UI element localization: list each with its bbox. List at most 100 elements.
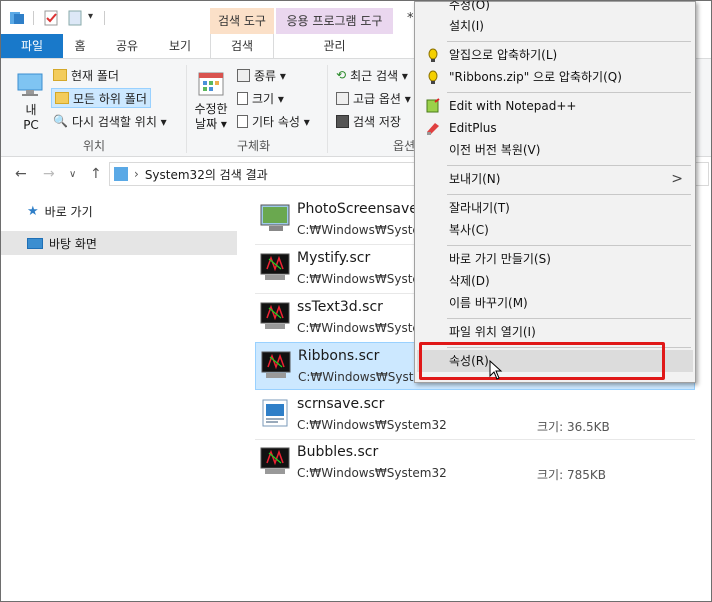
group-label-refine: 구체화 — [237, 139, 271, 153]
forward-arrow-icon[interactable]: → — [43, 166, 55, 182]
list-item[interactable]: scrnsave.scr C:₩Windows₩System32 크기: 36.… — [255, 391, 695, 439]
menu-item-edit[interactable]: 수정(O) — [417, 1, 693, 16]
menu-item-cut[interactable]: 잘라내기(T) — [417, 197, 693, 219]
tab-home[interactable]: 홈 — [63, 34, 97, 58]
tab-share[interactable]: 공유 — [105, 34, 149, 58]
desktop-icon — [27, 237, 43, 249]
menu-item-label: "Ribbons.zip" 으로 압축하기(Q) — [449, 70, 622, 84]
size-icon — [237, 91, 248, 105]
other-properties-button[interactable]: 기타 속성 ▾ — [237, 111, 310, 131]
file-size: 크기: 785KB — [537, 468, 606, 482]
advanced-options-button[interactable]: 고급 옵션 ▾ — [336, 88, 411, 108]
context-menu: 수정(O) 설치(I) 알집으로 압축하기(L) "Ribbons.zip" 으… — [414, 1, 696, 383]
tab-view[interactable]: 보기 — [153, 34, 207, 58]
explorer-window-icon — [10, 12, 24, 24]
back-arrow-icon[interactable]: ← — [15, 166, 27, 182]
file-name: PhotoScreensave — [297, 201, 418, 217]
address-path: System32의 검색 결과 — [144, 167, 268, 182]
date-modified-button[interactable]: 수정한 날짜 ▾ — [189, 102, 233, 132]
menu-item-create-shortcut[interactable]: 바로 가기 만들기(S) — [417, 248, 693, 270]
menu-item-send-to[interactable]: 보내기(N) > — [417, 168, 693, 190]
screensaver-file-icon — [260, 447, 290, 474]
properties-icon[interactable] — [43, 10, 59, 26]
alzip-icon — [428, 70, 438, 84]
current-folder-button[interactable]: 현재 폴더 — [53, 65, 119, 85]
group-label-location: 위치 — [83, 139, 106, 153]
screensaver-file-icon — [260, 253, 290, 280]
contextual-tab-application-tools: 응용 프로그램 도구 — [276, 8, 393, 34]
file-path: C:₩Windows₩Syste — [298, 370, 421, 384]
recent-searches-button[interactable]: ⟲ 최근 검색 ▾ — [336, 65, 408, 85]
kind-label: 종류 ▾ — [254, 68, 286, 83]
menu-item-label: EditPlus — [449, 121, 497, 135]
menu-item-compress-zip[interactable]: "Ribbons.zip" 으로 압축하기(Q) — [417, 66, 693, 88]
this-pc-button[interactable]: 내 PC — [15, 103, 47, 133]
menu-item-label: Edit with Notepad++ — [449, 99, 577, 113]
save-search-label: 검색 저장 — [353, 114, 401, 129]
menu-separator — [447, 92, 691, 93]
up-arrow-icon[interactable]: ↑ — [90, 166, 102, 182]
save-search-button[interactable]: 검색 저장 — [336, 111, 401, 131]
file-path: C:₩Windows₩Syster — [297, 272, 425, 286]
quick-access-dropdown[interactable]: ▾ — [88, 11, 93, 22]
kind-button[interactable]: 종류 ▾ — [237, 65, 286, 85]
nav-item-desktop[interactable]: 바탕 화면 — [1, 231, 237, 255]
search-again-button[interactable]: 🔍 다시 검색할 위치 ▾ — [53, 111, 167, 131]
size-button[interactable]: 크기 ▾ — [237, 88, 284, 108]
file-size: 크기: 36.5KB — [537, 420, 610, 434]
all-subfolders-label: 모든 하위 폴더 — [73, 91, 147, 106]
tab-file[interactable]: 파일 — [1, 34, 63, 58]
advanced-options-label: 고급 옵션 ▾ — [353, 91, 411, 106]
file-path: C:₩Windows₩System32 — [297, 466, 447, 480]
tab-search[interactable]: 검색 — [210, 34, 274, 59]
nav-item-label: 바탕 화면 — [49, 236, 97, 251]
path-separator: › — [134, 167, 139, 181]
save-icon — [336, 114, 349, 128]
menu-item-copy[interactable]: 복사(C) — [417, 219, 693, 241]
list-item[interactable]: Bubbles.scr C:₩Windows₩System32 크기: 785K… — [255, 439, 695, 487]
menu-item-rename[interactable]: 이름 바꾸기(M) — [417, 292, 693, 314]
nav-item-label: 바로 가기 — [44, 204, 93, 219]
photo-screensaver-icon — [260, 204, 290, 231]
calendar-icon — [198, 72, 224, 96]
file-path: C:₩Windows₩Syster — [297, 223, 425, 237]
all-subfolders-button[interactable]: 모든 하위 폴더 — [51, 88, 151, 108]
navigation-pane: ★ 바로 가기 바탕 화면 — [1, 190, 241, 601]
this-pc-icon — [17, 73, 43, 96]
size-label: 크기 ▾ — [252, 91, 284, 106]
search-again-icon: 🔍 — [53, 114, 68, 128]
recent-searches-icon: ⟲ — [336, 68, 347, 82]
notepadpp-icon — [426, 98, 440, 113]
menu-separator — [447, 318, 691, 319]
alzip-icon — [428, 48, 438, 62]
nav-item-quick-access[interactable]: ★ 바로 가기 — [1, 199, 237, 223]
menu-item-delete[interactable]: 삭제(D) — [417, 270, 693, 292]
star-icon: ★ — [27, 203, 39, 219]
tab-manage[interactable]: 관리 — [276, 34, 393, 58]
menu-item-label: 알집으로 압축하기(L) — [449, 48, 558, 62]
new-folder-icon[interactable] — [67, 10, 83, 26]
kind-icon — [237, 68, 250, 82]
menu-item-notepadpp[interactable]: Edit with Notepad++ — [417, 95, 693, 117]
menu-item-restore-previous[interactable]: 이전 버전 복원(V) — [417, 139, 693, 161]
menu-separator — [447, 41, 691, 42]
contextual-tab-search-tools: 검색 도구 — [210, 8, 274, 34]
menu-item-open-file-location[interactable]: 파일 위치 열기(I) — [417, 321, 693, 343]
file-name: ssText3d.scr — [297, 299, 383, 315]
menu-item-install[interactable]: 설치(I) — [417, 15, 693, 37]
folder-icon — [53, 69, 67, 81]
screensaver-file-icon — [261, 351, 291, 378]
file-name: Mystify.scr — [297, 250, 371, 266]
group-label-options: 옵션 — [393, 139, 416, 153]
file-name: Bubbles.scr — [297, 444, 379, 460]
recent-searches-label: 최근 검색 ▾ — [350, 68, 408, 83]
submenu-chevron-icon: > — [671, 171, 683, 187]
menu-item-editplus[interactable]: EditPlus — [417, 117, 693, 139]
current-folder-label: 현재 폴더 — [71, 68, 119, 83]
menu-item-compress-alzip[interactable]: 알집으로 압축하기(L) — [417, 44, 693, 66]
menu-separator — [447, 245, 691, 246]
scrnsave-file-icon — [262, 399, 288, 427]
other-properties-icon — [237, 114, 248, 128]
recent-locations-chevron-icon[interactable]: ∨ — [69, 169, 76, 180]
file-path: C:₩Windows₩Syster — [297, 321, 425, 335]
